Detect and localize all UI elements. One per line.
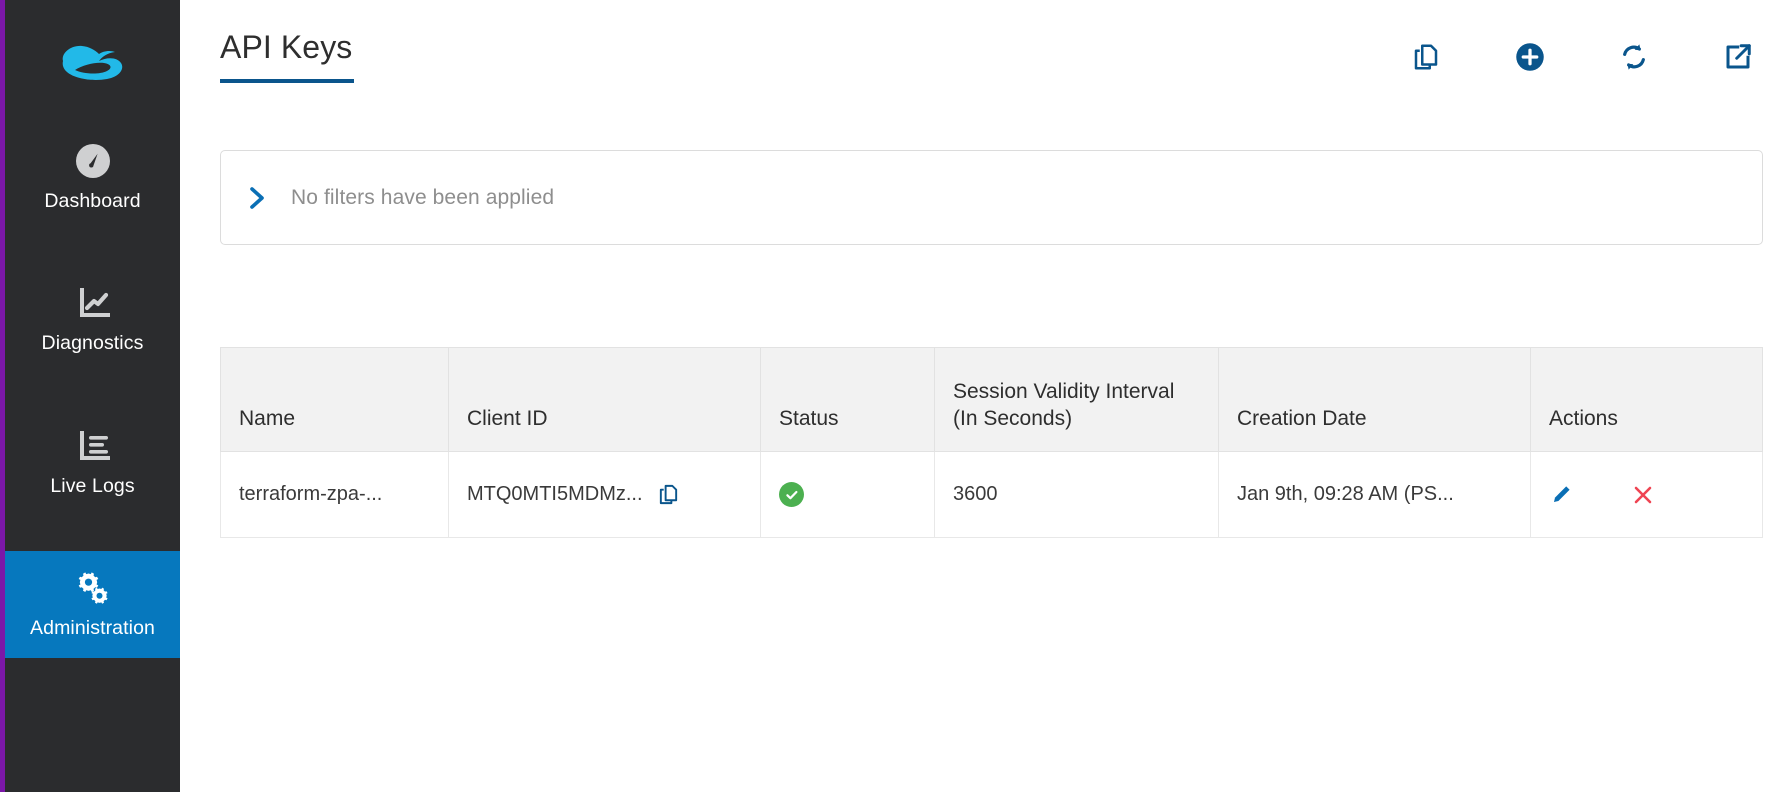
column-header-status[interactable]: Status [760,347,935,452]
sidebar-item-label: Diagnostics [41,332,144,355]
gauge-icon [72,140,114,182]
delete-row-button[interactable] [1631,483,1655,507]
sidebar-item-administration[interactable]: Administration [5,551,180,658]
page-header: API Keys [180,0,1778,100]
copy-icon [1414,44,1438,70]
external-link-icon [1726,44,1751,69]
sidebar-item-live-logs[interactable]: Live Logs [5,409,180,515]
pencil-icon [1554,485,1570,502]
sidebar-item-label: Live Logs [50,474,135,497]
sidebar: Dashboard Diagnostics Live Logs Administ… [0,0,180,792]
left-accent-strip [0,0,5,792]
filter-status-text: No filters have been applied [291,185,555,209]
api-key-creation-date: Jan 9th, 09:28 AM (PS... [1237,483,1454,505]
line-chart-icon [72,282,114,324]
column-header-actions: Actions [1530,347,1763,452]
main-content: API Keys No filters have been applied Na… [180,0,1778,792]
add-button[interactable] [1513,40,1547,74]
table-row[interactable]: terraform-zpa-... MTQ0MTI5MDMz... 3600 J… [220,451,1763,538]
page-title-block: API Keys [220,28,354,84]
plus-circle-icon [1516,43,1544,71]
refresh-icon [1623,44,1645,70]
chevron-right-icon[interactable] [247,185,269,211]
refresh-button[interactable] [1617,40,1651,74]
sidebar-item-dashboard[interactable]: Dashboard [5,124,180,230]
page-title: API Keys [220,29,353,65]
zscaler-cloud-logo-icon [62,45,122,80]
copy-client-id-button[interactable] [657,483,680,506]
api-keys-table: Name Client ID Status Session Validity I… [220,347,1763,538]
app-root: Dashboard Diagnostics Live Logs Administ… [0,0,1778,792]
column-header-session-validity[interactable]: Session Validity Interval (In Seconds) [934,347,1219,452]
sidebar-item-diagnostics[interactable]: Diagnostics [5,266,180,372]
page-title-underline [220,79,354,84]
api-key-client-id: MTQ0MTI5MDMz... [467,483,643,505]
column-header-name[interactable]: Name [220,347,449,452]
sidebar-item-label: Administration [30,617,155,640]
brand-logo[interactable] [5,0,180,124]
cell-name: terraform-zpa-... [220,451,449,538]
cell-client-id: MTQ0MTI5MDMz... [448,451,761,538]
filter-bar[interactable]: No filters have been applied [220,150,1763,245]
cell-status [760,451,935,538]
cell-creation-date: Jan 9th, 09:28 AM (PS... [1218,451,1531,538]
copy-button[interactable] [1409,40,1443,74]
api-key-name: terraform-zpa-... [239,483,383,505]
api-keys-table-wrap: Name Client ID Status Session Validity I… [220,347,1763,538]
edit-row-button[interactable] [1549,483,1573,507]
column-header-creation-date[interactable]: Creation Date [1218,347,1531,452]
column-header-client-id[interactable]: Client ID [448,347,761,452]
status-badge [779,482,804,507]
bar-log-icon [72,425,114,467]
table-header: Name Client ID Status Session Validity I… [220,347,1763,452]
table-header-row: Name Client ID Status Session Validity I… [220,347,1763,452]
export-button[interactable] [1721,40,1755,74]
copy-icon [659,484,677,505]
gears-icon [72,567,114,609]
table-body: terraform-zpa-... MTQ0MTI5MDMz... 3600 J… [220,451,1763,538]
close-x-icon [1634,486,1652,503]
header-actions [1409,28,1765,74]
cell-session-validity: 3600 [934,451,1219,538]
cell-actions [1530,451,1763,538]
sidebar-item-label: Dashboard [44,190,141,212]
check-circle-icon [785,490,797,499]
